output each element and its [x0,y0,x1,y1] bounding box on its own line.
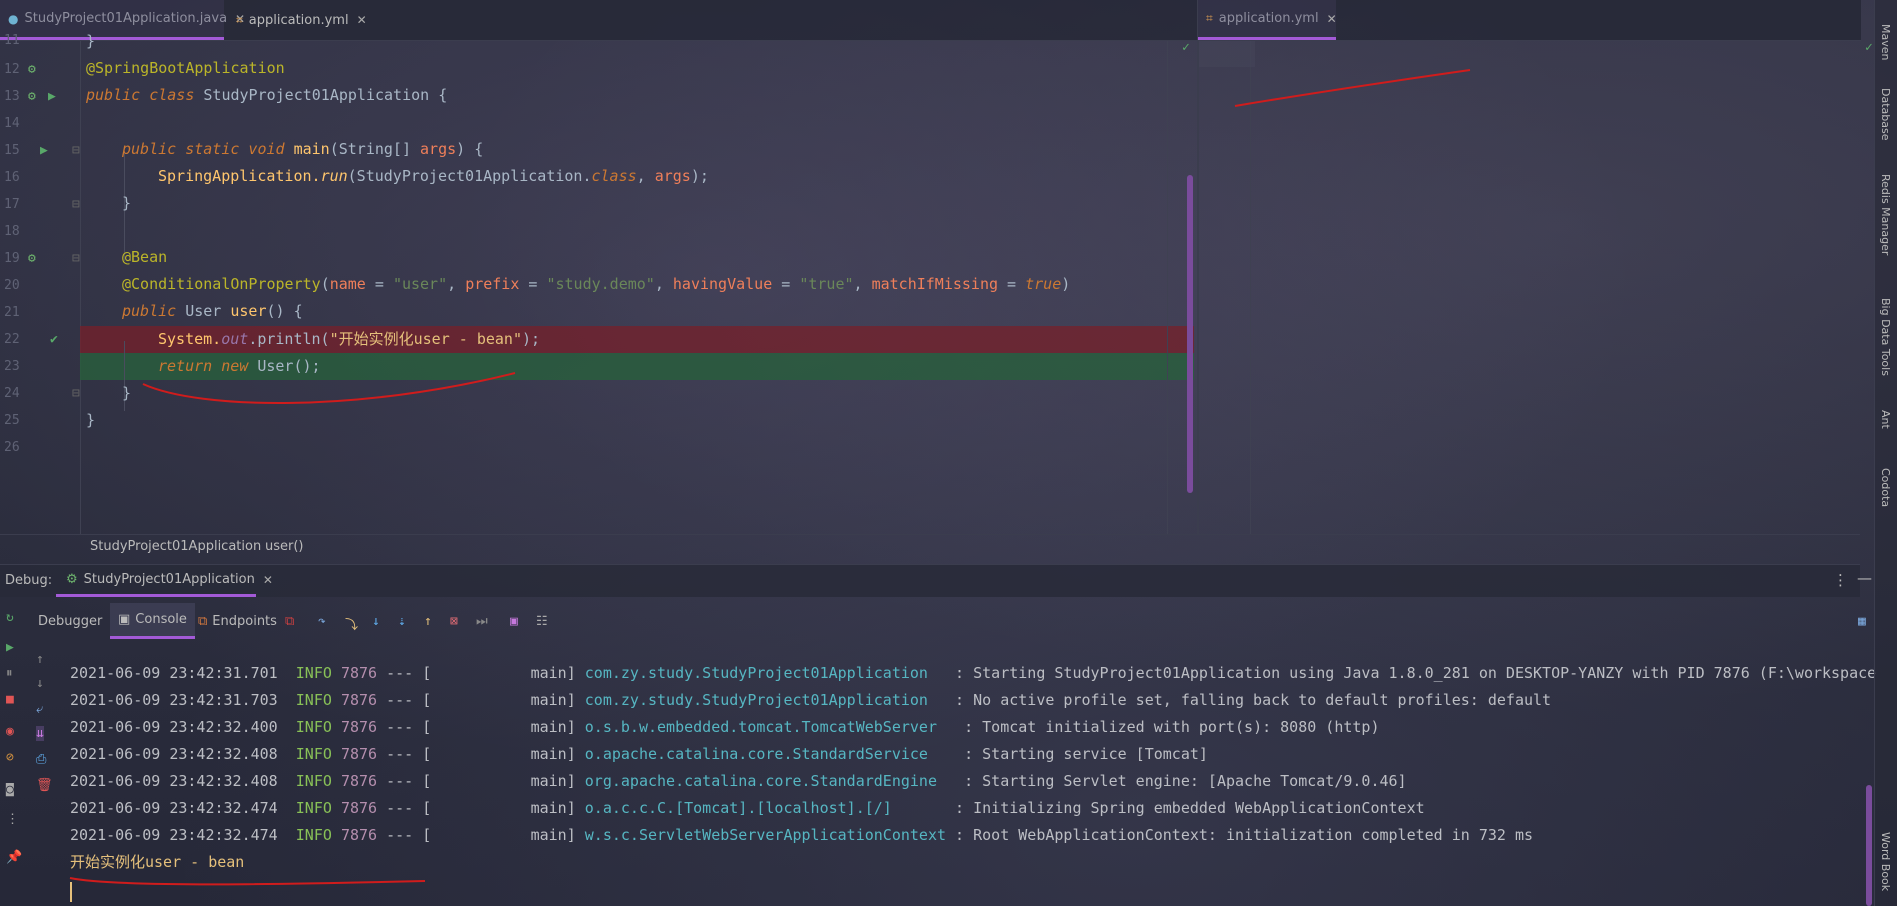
ink-underline-editor [142,372,516,404]
ink-underline-yaml [1234,69,1471,107]
ink-underline-console [69,877,426,886]
red-ink-annotations [69,69,1471,886]
